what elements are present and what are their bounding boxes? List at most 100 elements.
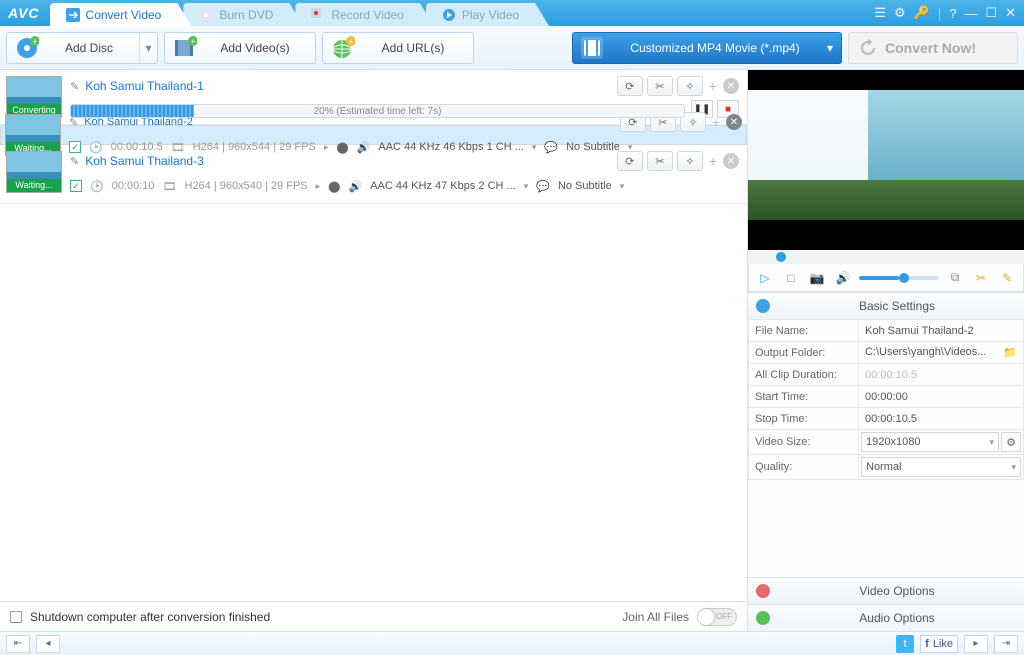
add-videos-button[interactable]: + Add Video(s) [164, 32, 316, 64]
list-icon[interactable]: ☰ [874, 5, 886, 21]
quality-select[interactable]: Normal▾ [861, 457, 1021, 477]
list-item[interactable]: Waiting... ✎ Koh Samui Thailand-3 ⟳ ✂ ✧ … [0, 145, 747, 204]
file-list: Converting ✎ Koh Samui Thailand-1 ⟳ ✂ ✧ … [0, 70, 748, 631]
globe-plus-icon: + [331, 36, 355, 60]
stop-button[interactable]: □ [781, 269, 801, 287]
add-icon[interactable]: + [710, 114, 722, 130]
help-icon[interactable]: ? [949, 6, 956, 21]
add-disc-button[interactable]: + Add Disc ▾ [6, 32, 158, 64]
speaker-icon: 🔊 [348, 180, 362, 193]
basic-settings-section: Basic Settings File Name: Koh Samui Thai… [748, 292, 1024, 480]
effects-button[interactable]: ✧ [677, 151, 703, 171]
edit-icon[interactable]: ✎ [70, 155, 79, 168]
status-badge: Waiting... [7, 179, 61, 192]
subtitle-icon: 💬 [536, 180, 550, 193]
stop-time-value[interactable]: 00:00:10.5 [859, 408, 1024, 430]
remove-button[interactable]: ✕ [723, 153, 739, 169]
list-item[interactable]: Converting ✎ Koh Samui Thailand-1 ⟳ ✂ ✧ … [0, 70, 747, 125]
player-controls: ▷ □ 📷 🔊 ⧉ ✂ ✎ [748, 264, 1024, 292]
chevron-down-icon[interactable]: ▾ [620, 181, 625, 192]
video-size-select[interactable]: 1920x1080▾ [861, 432, 999, 452]
section-header[interactable]: Audio Options [748, 605, 1024, 631]
rotate-button[interactable]: ⟳ [617, 151, 643, 171]
wand-button[interactable]: ✎ [997, 269, 1017, 287]
record-icon [311, 8, 325, 22]
side-panel: ▷ □ 📷 🔊 ⧉ ✂ ✎ Basic Settings File Name: … [748, 70, 1024, 631]
seek-bar[interactable] [748, 250, 1024, 264]
volume-icon[interactable]: 🔊 [833, 269, 853, 287]
film-plus-icon: + [173, 36, 197, 60]
output-folder-value[interactable]: C:\Users\yangh\Videos... 📁 [859, 342, 1024, 364]
titlebar: AVC Convert Video Burn DVD Record Video … [0, 0, 1024, 26]
section-header[interactable]: Video Options [748, 578, 1024, 604]
preview-pane[interactable] [748, 70, 1024, 250]
checkbox[interactable]: ✓ [70, 180, 82, 192]
crop-button[interactable]: ✂ [971, 269, 991, 287]
volume-slider[interactable] [859, 276, 939, 280]
edit-icon[interactable]: ✎ [70, 80, 79, 93]
video-icon: 🎞 [163, 180, 177, 193]
tab-convert-video[interactable]: Convert Video [50, 3, 192, 26]
status-bar: ⇤ ◂ t fLike ▸ ⇥ [0, 631, 1024, 655]
profile-label: Customized MP4 Movie (*.mp4) [611, 41, 819, 55]
section-label: Audio Options [778, 611, 1016, 625]
collapse-left-button[interactable]: ⇤ [6, 635, 30, 653]
start-time-value[interactable]: 00:00:00 [859, 386, 1024, 408]
remove-button[interactable]: ✕ [723, 78, 739, 94]
collapse-right-button[interactable]: ⇥ [994, 635, 1018, 653]
mark-in-button[interactable]: ⧉ [945, 269, 965, 287]
tab-play-video[interactable]: Play Video [426, 3, 549, 26]
setting-key: Video Size: [749, 430, 859, 455]
duration-label: 00:00:10 [112, 180, 155, 192]
join-files-toggle[interactable] [697, 608, 737, 626]
prev-button[interactable]: ◂ [36, 635, 60, 653]
add-icon[interactable]: + [707, 153, 719, 169]
video-options-section: Video Options [748, 577, 1024, 604]
chevron-down-icon[interactable]: ▾ [524, 181, 529, 192]
svg-text:+: + [191, 37, 196, 46]
maximize-icon[interactable]: ☐ [985, 5, 997, 21]
chevron-down-icon[interactable]: ▾ [139, 33, 157, 63]
section-header[interactable]: Basic Settings [748, 293, 1024, 319]
minimize-icon[interactable]: — [964, 6, 977, 21]
setting-key: Output Folder: [749, 342, 859, 364]
snapshot-button[interactable]: 📷 [807, 269, 827, 287]
cut-button[interactable]: ✂ [647, 151, 673, 171]
output-profile-select[interactable]: Customized MP4 Movie (*.mp4) ▾ [572, 32, 842, 64]
cut-button[interactable]: ✂ [647, 76, 673, 96]
shutdown-checkbox[interactable] [10, 611, 22, 623]
add-icon[interactable]: + [707, 78, 719, 94]
list-item[interactable]: Waiting... ✎ Koh Samui Thailand-2 ⟳ ✂ ✧ … [0, 125, 747, 145]
tab-label: Play Video [462, 8, 519, 22]
refresh-icon [859, 39, 877, 57]
key-icon[interactable]: 🔑 [914, 5, 930, 21]
audio-icon: ⬤ [328, 180, 340, 193]
video-track-select[interactable]: ▸ [316, 181, 321, 192]
convert-now-button[interactable]: Convert Now! [848, 32, 1018, 64]
next-button[interactable]: ▸ [964, 635, 988, 653]
tab-burn-dvd[interactable]: Burn DVD [183, 3, 303, 26]
disc-plus-icon: + [15, 36, 39, 60]
list-footer: Shutdown computer after conversion finis… [0, 601, 747, 631]
effects-button[interactable]: ✧ [677, 76, 703, 96]
folder-icon[interactable]: 📁 [1003, 346, 1017, 359]
remove-button[interactable]: ✕ [726, 114, 742, 130]
thumbnail: Waiting... [6, 151, 62, 193]
file-name-value[interactable]: Koh Samui Thailand-2 [859, 320, 1024, 342]
facebook-like-button[interactable]: fLike [920, 635, 958, 653]
section-label: Basic Settings [778, 299, 1016, 313]
item-title: Koh Samui Thailand-1 [85, 79, 204, 93]
main-toolbar: + Add Disc ▾ + Add Video(s) + Add URL(s)… [0, 26, 1024, 70]
thumbnail: Waiting... [5, 114, 61, 156]
audio-options-section: Audio Options [748, 604, 1024, 631]
advanced-settings-button[interactable]: ⚙ [1001, 432, 1021, 452]
settings-icon[interactable]: ⚙ [894, 5, 906, 21]
section-icon [756, 299, 770, 313]
tab-record-video[interactable]: Record Video [295, 3, 434, 26]
rotate-button[interactable]: ⟳ [617, 76, 643, 96]
add-urls-button[interactable]: + Add URL(s) [322, 32, 474, 64]
progress-bar: 20% (Estimated time left: 7s) [70, 104, 685, 118]
twitter-button[interactable]: t [896, 635, 914, 653]
play-button[interactable]: ▷ [755, 269, 775, 287]
close-icon[interactable]: ✕ [1005, 5, 1016, 21]
